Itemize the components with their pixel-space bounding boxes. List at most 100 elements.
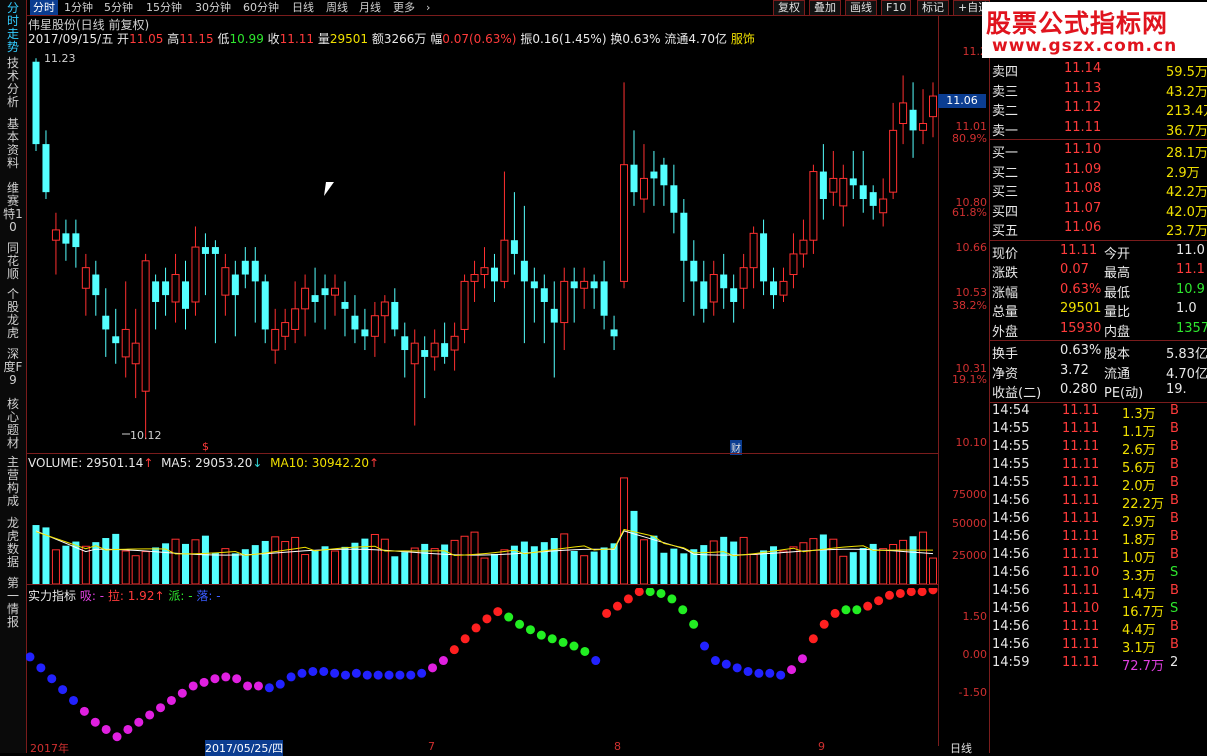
candle (351, 295, 359, 344)
candle (510, 192, 518, 275)
volume-bar (32, 525, 40, 584)
volume-bar (570, 550, 578, 584)
order-label: 买四 (992, 204, 1019, 220)
vol-label: 量 (317, 32, 330, 46)
tick-time: 14:56 (992, 547, 1030, 562)
toolbar-button-1[interactable]: 叠加 (809, 0, 841, 16)
volume-bar (899, 539, 908, 584)
left-tab-4[interactable]: 同花顺 (2, 242, 24, 281)
candle (211, 240, 219, 344)
volume-bar (182, 543, 189, 584)
tick-time: 14:56 (992, 529, 1030, 544)
timeframe-tab-8[interactable]: 月线 (359, 0, 381, 15)
event-marker-dollar[interactable]: $ (202, 440, 209, 453)
volume-axis-label-2: 25000 (952, 549, 987, 562)
tick-price: 11.11 (1062, 421, 1100, 436)
left-tab-7[interactable]: 核心题材 (2, 398, 24, 450)
candle (380, 295, 389, 344)
toolbar-button-4[interactable]: 标记 (917, 0, 949, 16)
tick-side: B (1170, 421, 1179, 436)
indicator-dot (351, 668, 361, 678)
strength-indicator-chart[interactable] (26, 588, 938, 744)
tick-price: 11.11 (1062, 439, 1100, 454)
left-tab-10[interactable]: 第一情报 (2, 577, 24, 629)
indicator-dot (787, 665, 797, 675)
indicator-dot (58, 685, 68, 695)
indicator-dot (656, 588, 666, 598)
left-tab-2[interactable]: 基本资料 (2, 118, 24, 170)
volume-bar (650, 535, 658, 584)
volume-bar (301, 554, 310, 584)
tick-price: 11.11 (1062, 457, 1100, 472)
indicator-dot (36, 663, 46, 673)
toolbar-button-2[interactable]: 画线 (845, 0, 877, 16)
candle (670, 164, 678, 234)
tick-row: 14:55 11.11 2.6万 B (990, 438, 1207, 458)
left-tab-1[interactable]: 技术分析 (2, 57, 24, 109)
indicator-dot (754, 668, 764, 678)
amplitude-value: 振0.16(1.45%) (520, 32, 607, 46)
toolbar-button-3[interactable]: F10 (881, 0, 912, 16)
volume-bar (201, 535, 209, 584)
candlestick-chart[interactable] (26, 48, 938, 453)
volume-bar (261, 540, 269, 584)
indicator-dot (101, 724, 111, 734)
quote-key-2: 最低 (1104, 285, 1131, 301)
timeframe-tab-10[interactable]: › (426, 0, 430, 15)
turnover-value: 换0.63% (610, 32, 661, 46)
indicator-dot (874, 596, 884, 606)
left-tab-8[interactable]: 主营构成 (2, 456, 24, 508)
volume-bar (421, 543, 429, 584)
indicator-dot (710, 656, 720, 666)
timeframe-tab-7[interactable]: 周线 (326, 0, 348, 15)
left-tab-5[interactable]: 个股龙虎 (2, 288, 24, 340)
price-axis-label-5: 10.66 (955, 241, 988, 254)
quote-row: 总量 29501 量比 1.0 (990, 300, 1207, 320)
high-value: 11.15 (179, 32, 214, 46)
indicator-dot (362, 670, 372, 680)
indicator-dot (286, 672, 296, 682)
candle (849, 150, 857, 200)
left-tab-3[interactable]: 维赛特10 (2, 182, 24, 234)
volume-bar (391, 556, 399, 584)
indicator-dot (188, 681, 198, 691)
volume-chart[interactable] (26, 472, 938, 584)
tick-time: 14:55 (992, 475, 1030, 490)
volume-bar (879, 548, 888, 584)
candle (81, 253, 90, 316)
volume-bar (460, 535, 469, 584)
indicator-dot (917, 588, 927, 597)
timeframe-tab-9[interactable]: 更多 (393, 0, 415, 15)
timeframe-tab-0[interactable]: 分时 (30, 0, 58, 15)
left-tab-0[interactable]: 分时走势 (2, 2, 24, 54)
fund-value-2: 5.83亿 (1166, 347, 1207, 362)
left-tab-9[interactable]: 龙虎数据 (2, 517, 24, 569)
indicator-dot (330, 668, 340, 678)
timeframe-tab-6[interactable]: 日线 (292, 0, 314, 15)
order-book-row: 买四 11.07 42.0万 (990, 200, 1207, 220)
toolbar-button-0[interactable]: 复权 (773, 0, 805, 16)
tick-side: B (1170, 475, 1179, 490)
amount-value: 额3266万 (371, 32, 427, 46)
industry-value: 服饰 (730, 32, 755, 46)
min-price-label: 10.12 (130, 429, 162, 442)
tick-row: 14:56 11.11 3.1万 B (990, 636, 1207, 656)
timeframe-tab-4[interactable]: 30分钟 (195, 0, 231, 15)
candle (490, 253, 498, 302)
date-label-5: 日线 (950, 742, 972, 755)
quote-key: 总量 (992, 305, 1019, 320)
tick-side: B (1170, 583, 1179, 598)
candle (869, 185, 877, 220)
tick-side: 2 (1170, 655, 1179, 670)
timeframe-tab-1[interactable]: 1分钟 (64, 0, 93, 15)
volume-bar (859, 548, 867, 584)
candle (600, 260, 608, 330)
indicator-dot (689, 619, 699, 629)
ohlc-info-line: 2017/09/15/五 开11.05 高11.15 低10.99 收11.11… (28, 30, 928, 46)
candle (570, 267, 578, 323)
volume-bar (739, 536, 748, 584)
left-tab-6[interactable]: 深度F9 (2, 348, 24, 387)
timeframe-tab-3[interactable]: 15分钟 (146, 0, 182, 15)
timeframe-tab-2[interactable]: 5分钟 (104, 0, 133, 15)
timeframe-tab-5[interactable]: 60分钟 (243, 0, 279, 15)
